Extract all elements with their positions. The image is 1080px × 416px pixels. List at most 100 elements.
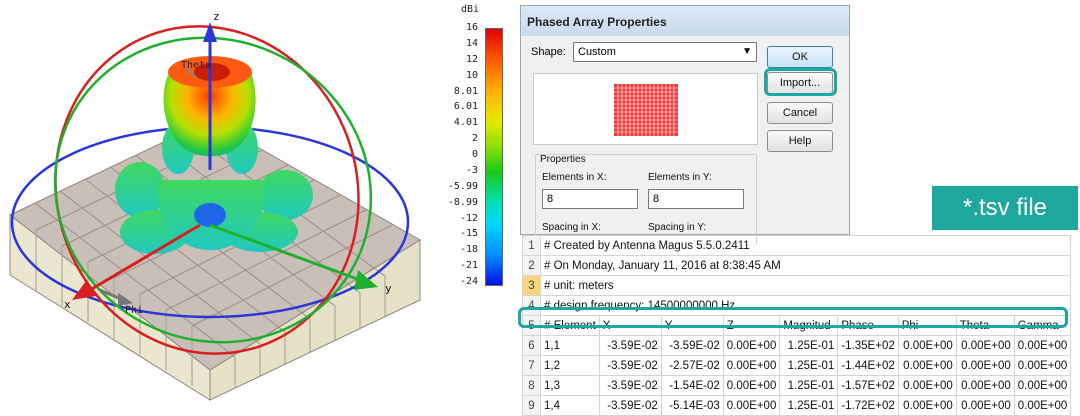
colorbar-tick: 14 (465, 37, 478, 49)
chevron-down-icon: ▼ (742, 46, 752, 57)
colorbar-tick: -15 (459, 228, 478, 240)
shape-select[interactable]: Custom ▼ (573, 42, 757, 62)
tsv-file-banner: *.tsv file (932, 186, 1078, 230)
table-cell[interactable]: 0.00E+00 (1013, 355, 1072, 376)
colorbar-tick: -24 (459, 276, 478, 287)
table-cell[interactable]: -3.59E-02 (598, 355, 662, 376)
table-cell[interactable]: 0.00E+00 (897, 355, 957, 376)
colorbar-tick: 2 (471, 133, 478, 145)
row-header[interactable]: 2 (522, 255, 541, 276)
theta-label: Theta (181, 60, 211, 71)
colorbar-tick: -5.99 (447, 180, 478, 192)
elements-x-label: Elements in X: (542, 172, 607, 183)
table-row: 6 1,1 -3.59E-02 -3.59E-02 0.00E+00 1.25E-01 -1… (522, 335, 1072, 356)
table-cell[interactable]: 1.25E-01 (779, 335, 839, 356)
table-cell[interactable]: 0.00E+00 (897, 375, 957, 396)
row-header[interactable]: 8 (522, 375, 541, 396)
table-cell[interactable]: -5.14E-03 (660, 395, 724, 416)
table-cell[interactable]: -3.59E-02 (598, 395, 662, 416)
properties-label: Properties (540, 154, 586, 165)
table-cell[interactable]: 0.00E+00 (1013, 375, 1072, 396)
row-header[interactable]: 9 (522, 395, 541, 416)
row-header[interactable]: 7 (522, 355, 541, 376)
colorbar-tick: -21 (459, 260, 478, 272)
spacing-x-label: Spacing in X: (542, 222, 601, 233)
radiation-pattern-3d-plot: z x y Theta Phi (9, 10, 421, 401)
table-row: 8 1,3 -3.59E-02 -1.54E-02 0.00E+00 1.25E-01 -1… (522, 375, 1072, 396)
table-cell[interactable]: 1,3 (540, 375, 600, 396)
table-cell[interactable]: -3.59E-02 (598, 375, 662, 396)
shape-value: Custom (578, 46, 616, 58)
row-header[interactable]: 6 (522, 335, 541, 356)
table-cell[interactable]: -1.72E+02 (837, 395, 899, 416)
shape-label: Shape: (531, 46, 566, 58)
import-highlight (764, 68, 837, 96)
row-header[interactable]: 3 (522, 275, 541, 296)
colorbar-tick: 6.01 (453, 101, 478, 113)
table-cell[interactable]: 1.25E-01 (779, 395, 839, 416)
x-axis-label: x (64, 298, 71, 311)
table-cell[interactable]: 0.00E+00 (722, 395, 781, 416)
elements-y-label: Elements in Y: (648, 172, 712, 183)
table-cell[interactable]: # On Monday, January 11, 2016 at 8:38:45… (539, 255, 1072, 276)
table-cell[interactable]: 0.00E+00 (1013, 395, 1072, 416)
colorbar-tick: 16 (465, 22, 478, 33)
table-cell[interactable]: 1.25E-01 (779, 375, 839, 396)
colorbar-tick: 10 (465, 69, 478, 81)
table-cell[interactable]: 0.00E+00 (955, 335, 1015, 356)
table-cell[interactable]: -2.57E-02 (660, 355, 724, 376)
table-cell[interactable]: 0.00E+00 (1013, 335, 1072, 356)
table-cell[interactable]: -1.35E+02 (837, 335, 899, 356)
colorbar-tick: 0 (471, 149, 478, 160)
table-cell[interactable]: 0.00E+00 (955, 375, 1015, 396)
colorbar-tick: 4.01 (453, 117, 478, 129)
table-cell[interactable]: 1,4 (540, 395, 600, 416)
table-cell[interactable]: 0.00E+00 (722, 335, 781, 356)
phased-array-properties-dialog: Phased Array Properties Shape: Custom ▼ … (520, 5, 850, 244)
ok-button[interactable]: OK (767, 46, 833, 68)
ground-plane-grid (9, 119, 421, 401)
table-cell[interactable]: -1.57E+02 (837, 375, 899, 396)
colorbar-tick: -3 (465, 164, 478, 176)
table-row: 3 # unit: meters (522, 275, 1072, 296)
colorbar-tick: -8.99 (447, 196, 478, 208)
table-row: 7 1,2 -3.59E-02 -2.57E-02 0.00E+00 1.25E-01 -1… (522, 355, 1072, 376)
table-cell[interactable]: 0.00E+00 (897, 335, 957, 356)
array-elements-grid (614, 84, 678, 136)
array-preview (533, 73, 758, 145)
phi-label: Phi (125, 305, 143, 316)
table-cell[interactable]: 0.00E+00 (722, 355, 781, 376)
table-cell[interactable]: 1,2 (540, 355, 600, 376)
table-cell[interactable]: 1.25E-01 (779, 355, 839, 376)
y-axis-label: y (385, 282, 392, 295)
table-cell[interactable]: # unit: meters (539, 275, 1072, 296)
z-axis-label: z (213, 10, 220, 23)
table-cell[interactable]: 1,1 (540, 335, 600, 356)
colorbar-tick: 12 (465, 53, 478, 65)
table-cell[interactable]: -1.54E-02 (660, 375, 724, 396)
table-cell[interactable]: 0.00E+00 (722, 375, 781, 396)
table-cell[interactable]: 0.00E+00 (955, 355, 1015, 376)
colorbar-title: dBi (461, 4, 480, 15)
header-row-highlight (518, 307, 1068, 328)
table-cell[interactable]: 0.00E+00 (955, 395, 1015, 416)
table-cell[interactable]: -3.59E-02 (598, 335, 662, 356)
colorbar-tick: -18 (459, 244, 478, 256)
help-button[interactable]: Help (767, 130, 833, 152)
dialog-title: Phased Array Properties (521, 6, 849, 36)
cancel-button[interactable]: Cancel (767, 102, 833, 124)
row-header[interactable]: 1 (522, 235, 541, 256)
colorbar-tick: -12 (459, 212, 478, 224)
colorbar (485, 28, 503, 286)
table-cell[interactable]: -1.44E+02 (837, 355, 899, 376)
elements-x-input[interactable]: 8 (542, 189, 638, 209)
table-row: 9 1,4 -3.59E-02 -5.14E-03 0.00E+00 1.25E-01 -1… (522, 395, 1072, 416)
colorbar-tick: 8.01 (453, 85, 478, 97)
elements-y-input[interactable]: 8 (648, 189, 744, 209)
table-cell[interactable]: -3.59E-02 (660, 335, 724, 356)
spacing-y-label: Spacing in Y: (648, 222, 707, 233)
table-cell[interactable]: # Created by Antenna Magus 5.5.0.2411 (539, 235, 1072, 256)
table-cell[interactable]: 0.00E+00 (897, 395, 957, 416)
properties-group: Properties Elements in X: Elements in Y:… (535, 154, 757, 244)
table-row: 1 # Created by Antenna Magus 5.5.0.2411 (522, 235, 1072, 256)
